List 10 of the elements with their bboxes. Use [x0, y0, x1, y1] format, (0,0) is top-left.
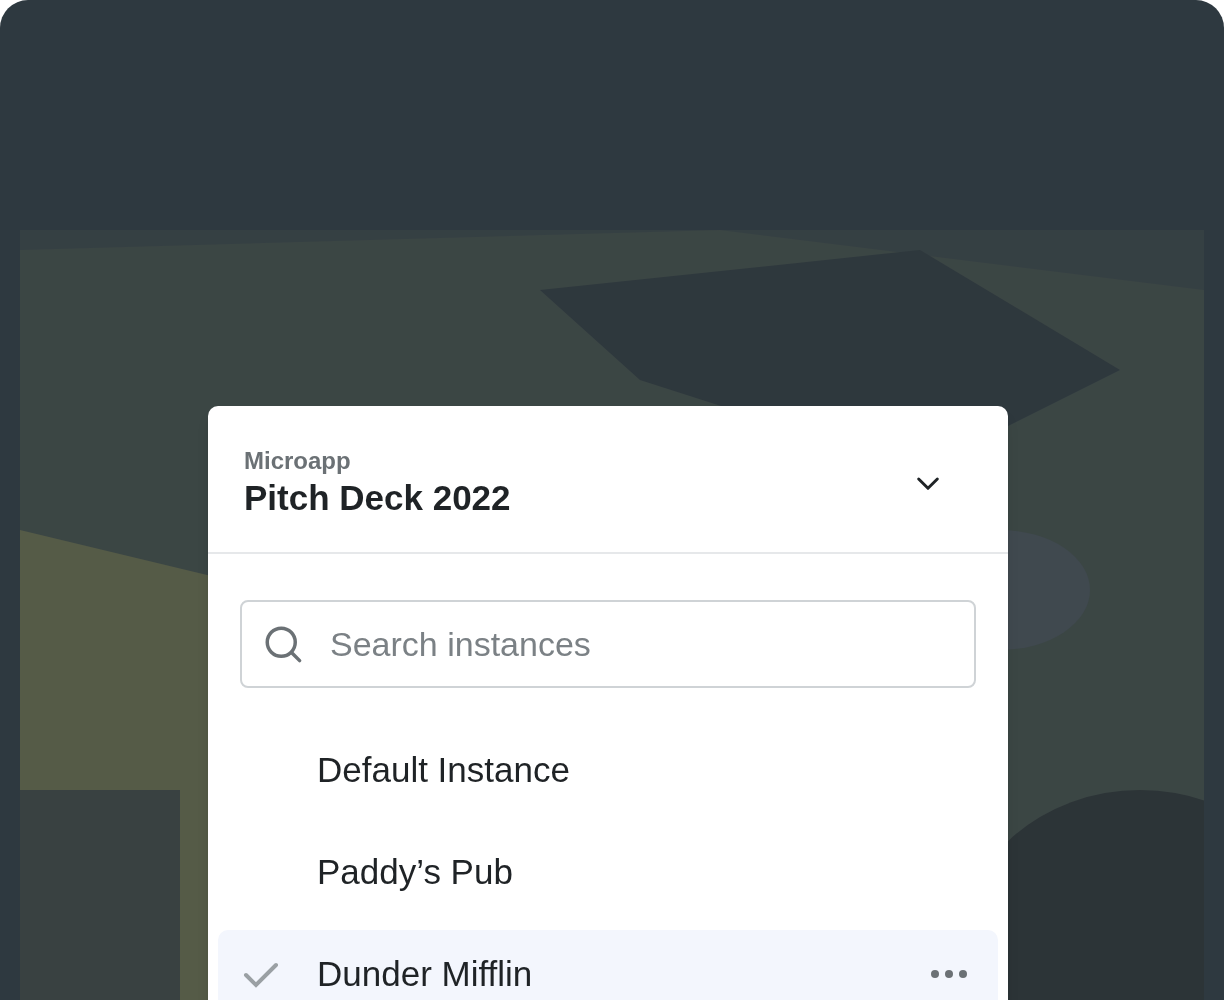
- microapp-title: Pitch Deck 2022: [244, 477, 511, 519]
- instance-item[interactable]: Paddy’s Pub: [218, 828, 998, 916]
- instance-name: Paddy’s Pub: [317, 850, 514, 893]
- instance-name: Default Instance: [317, 748, 571, 791]
- instance-item[interactable]: Dunder Mifflin: [218, 930, 998, 1000]
- instance-name: Dunder Mifflin: [317, 952, 534, 995]
- more-icon[interactable]: [930, 969, 968, 979]
- instance-item[interactable]: Default Instance: [218, 726, 998, 814]
- microapp-label: Microapp: [244, 446, 352, 476]
- search-field[interactable]: Search instances: [240, 600, 976, 688]
